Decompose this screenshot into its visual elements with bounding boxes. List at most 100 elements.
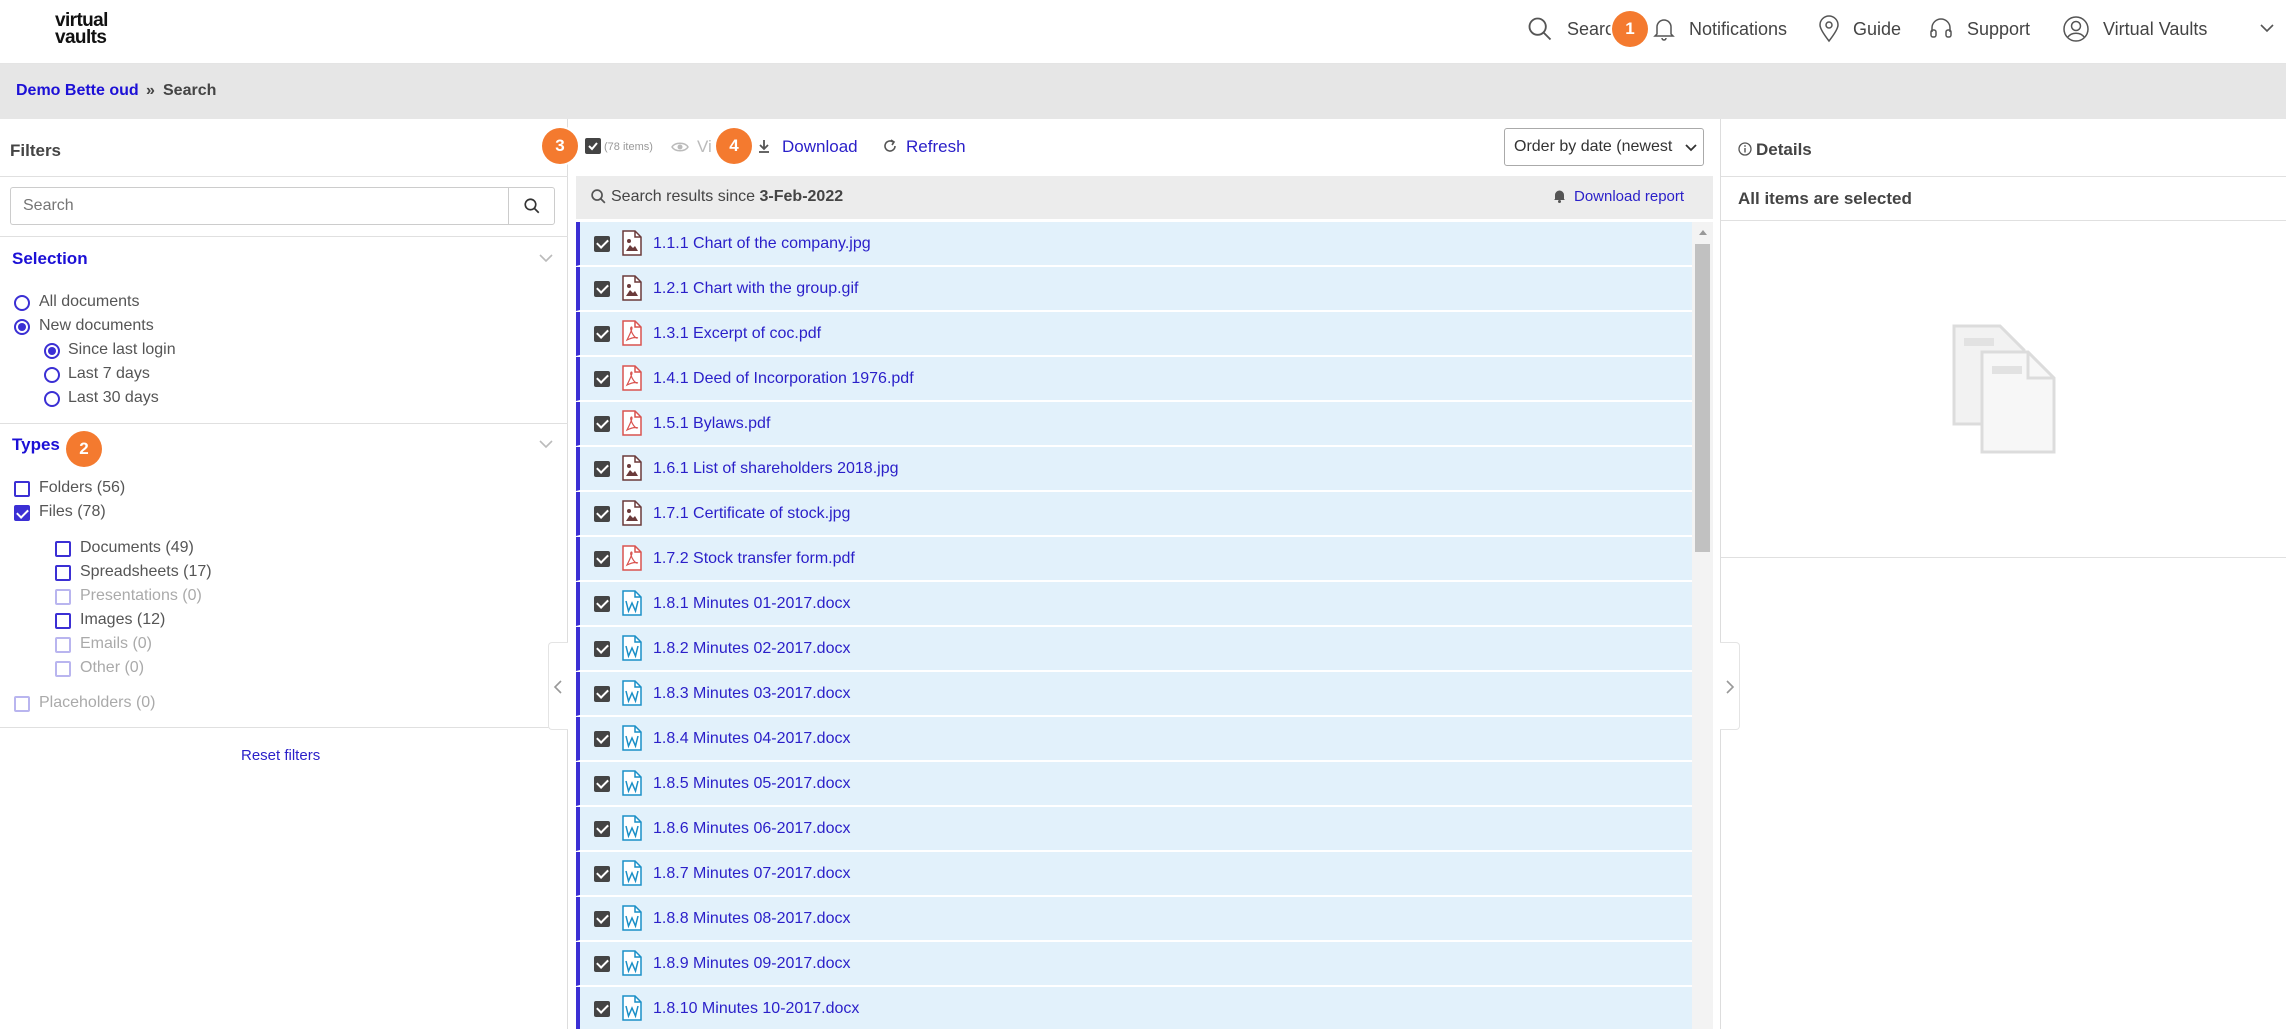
row-checkbox[interactable]	[594, 956, 610, 972]
collapse-filters-handle[interactable]	[548, 642, 568, 730]
file-name-link[interactable]: 1.3.1 Excerpt of coc.pdf	[653, 325, 821, 343]
result-row[interactable]: 1.8.8 Minutes 08-2017.docx	[576, 897, 1692, 941]
refresh-button[interactable]: Refresh	[906, 137, 966, 157]
radio-last-7-days[interactable]	[44, 367, 60, 383]
order-select[interactable]: Order by date (newest	[1504, 128, 1704, 166]
search-icon	[523, 198, 539, 214]
row-checkbox[interactable]	[594, 281, 610, 297]
row-checkbox[interactable]	[594, 371, 610, 387]
reset-filters-link[interactable]: Reset filters	[241, 747, 320, 764]
chevron-down-icon[interactable]	[538, 252, 554, 264]
row-checkbox[interactable]	[594, 506, 610, 522]
row-checkbox[interactable]	[594, 326, 610, 342]
radio-since-last-login[interactable]	[44, 343, 60, 359]
file-name-link[interactable]: 1.2.1 Chart with the group.gif	[653, 280, 858, 298]
row-checkbox[interactable]	[594, 551, 610, 567]
check-icon	[588, 142, 598, 151]
image-file-icon	[622, 230, 642, 256]
radio-all-documents[interactable]	[14, 295, 30, 311]
file-name-link[interactable]: 1.8.5 Minutes 05-2017.docx	[653, 775, 850, 793]
row-checkbox[interactable]	[594, 911, 610, 927]
file-name-link[interactable]: 1.7.1 Certificate of stock.jpg	[653, 505, 850, 523]
row-checkbox[interactable]	[594, 461, 610, 477]
result-row[interactable]: 1.2.1 Chart with the group.gif	[576, 267, 1692, 311]
file-name-link[interactable]: 1.8.4 Minutes 04-2017.docx	[653, 730, 850, 748]
file-name-link[interactable]: 1.8.10 Minutes 10-2017.docx	[653, 1000, 859, 1018]
result-row[interactable]: 1.8.9 Minutes 09-2017.docx	[576, 942, 1692, 986]
result-row[interactable]: 1.8.5 Minutes 05-2017.docx	[576, 762, 1692, 806]
row-checkbox[interactable]	[594, 776, 610, 792]
download-button[interactable]: Download	[782, 137, 858, 157]
result-row[interactable]: 1.8.6 Minutes 06-2017.docx	[576, 807, 1692, 851]
result-row[interactable]: 1.8.7 Minutes 07-2017.docx	[576, 852, 1692, 896]
collapse-details-handle[interactable]	[1720, 642, 1740, 730]
nav-guide[interactable]: Guide	[1818, 0, 1901, 58]
view-button[interactable]: Vi	[697, 137, 712, 157]
row-checkbox[interactable]	[594, 641, 610, 657]
chevron-down-icon	[1685, 144, 1697, 152]
result-row[interactable]: 1.1.1 Chart of the company.jpg	[576, 222, 1692, 266]
chevron-down-icon[interactable]	[538, 438, 554, 450]
result-row[interactable]: 1.6.1 List of shareholders 2018.jpg	[576, 447, 1692, 491]
checkbox-images[interactable]	[55, 613, 71, 629]
bell-icon	[1653, 19, 1675, 41]
checkbox-documents[interactable]	[55, 541, 71, 557]
row-checkbox[interactable]	[594, 821, 610, 837]
row-checkbox[interactable]	[594, 731, 610, 747]
result-row[interactable]: 1.8.2 Minutes 02-2017.docx	[576, 627, 1692, 671]
row-checkbox[interactable]	[594, 866, 610, 882]
scroll-up-icon[interactable]	[1698, 228, 1708, 236]
file-name-link[interactable]: 1.8.3 Minutes 03-2017.docx	[653, 685, 850, 703]
file-name-link[interactable]: 1.8.7 Minutes 07-2017.docx	[653, 865, 850, 883]
result-row[interactable]: 1.7.1 Certificate of stock.jpg	[576, 492, 1692, 536]
filters-search-input[interactable]	[11, 188, 508, 224]
account-name: Virtual Vaults	[2103, 18, 2208, 39]
scrollbar-thumb[interactable]	[1695, 244, 1710, 552]
nav-support[interactable]: Support	[1928, 0, 2030, 58]
file-name-link[interactable]: 1.8.9 Minutes 09-2017.docx	[653, 955, 850, 973]
result-row[interactable]: 1.4.1 Deed of Incorporation 1976.pdf	[576, 357, 1692, 401]
filters-search-button[interactable]	[508, 187, 555, 225]
radio-last-30-days[interactable]	[44, 391, 60, 407]
row-checkbox[interactable]	[594, 236, 610, 252]
result-row[interactable]: 1.5.1 Bylaws.pdf	[576, 402, 1692, 446]
word-file-icon	[622, 635, 642, 661]
file-name-link[interactable]: 1.5.1 Bylaws.pdf	[653, 415, 770, 433]
file-name-link[interactable]: 1.7.2 Stock transfer form.pdf	[653, 550, 855, 568]
file-name-link[interactable]: 1.1.1 Chart of the company.jpg	[653, 235, 871, 253]
file-name-link[interactable]: 1.8.1 Minutes 01-2017.docx	[653, 595, 850, 613]
nav-search[interactable]: Searc	[1526, 0, 1614, 58]
file-name-link[interactable]: 1.8.2 Minutes 02-2017.docx	[653, 640, 850, 658]
checkbox-files[interactable]	[14, 505, 30, 521]
result-row[interactable]: 1.8.10 Minutes 10-2017.docx	[576, 987, 1692, 1029]
checkbox-folders[interactable]	[14, 481, 30, 497]
download-report-link[interactable]: Download report	[1574, 188, 1684, 205]
chevron-down-icon[interactable]	[2259, 22, 2275, 34]
result-row[interactable]: 1.7.2 Stock transfer form.pdf	[576, 537, 1692, 581]
row-checkbox[interactable]	[594, 416, 610, 432]
file-name-link[interactable]: 1.6.1 List of shareholders 2018.jpg	[653, 460, 899, 478]
checkbox-spreadsheets[interactable]	[55, 565, 71, 581]
row-checkbox[interactable]	[594, 686, 610, 702]
tour-badge-3: 3	[542, 128, 578, 164]
select-all-checkbox[interactable]	[585, 138, 601, 154]
account-menu[interactable]: Virtual Vaults	[2062, 0, 2207, 58]
radio-new-documents[interactable]	[14, 319, 30, 335]
result-row[interactable]: 1.8.3 Minutes 03-2017.docx	[576, 672, 1692, 716]
result-row[interactable]: 1.3.1 Excerpt of coc.pdf	[576, 312, 1692, 356]
file-name-link[interactable]: 1.8.8 Minutes 08-2017.docx	[653, 910, 850, 928]
file-name-link[interactable]: 1.8.6 Minutes 06-2017.docx	[653, 820, 850, 838]
breadcrumb-root[interactable]: Demo Bette oud	[16, 82, 139, 100]
nav-notifications-label: Notifications	[1689, 18, 1788, 39]
types-section-title[interactable]: Types	[12, 435, 60, 455]
selection-section-title[interactable]: Selection	[12, 249, 88, 269]
results-scrollbar[interactable]	[1692, 222, 1713, 1029]
row-checkbox[interactable]	[594, 596, 610, 612]
file-name-link[interactable]: 1.4.1 Deed of Incorporation 1976.pdf	[653, 370, 914, 388]
virtual-vaults-logo[interactable]: virtual vaults	[55, 11, 125, 47]
result-row[interactable]: 1.8.1 Minutes 01-2017.docx	[576, 582, 1692, 626]
row-checkbox[interactable]	[594, 1001, 610, 1017]
word-file-icon	[622, 995, 642, 1021]
result-row[interactable]: 1.8.4 Minutes 04-2017.docx	[576, 717, 1692, 761]
nav-notifications[interactable]: Notifications	[1652, 0, 1787, 58]
